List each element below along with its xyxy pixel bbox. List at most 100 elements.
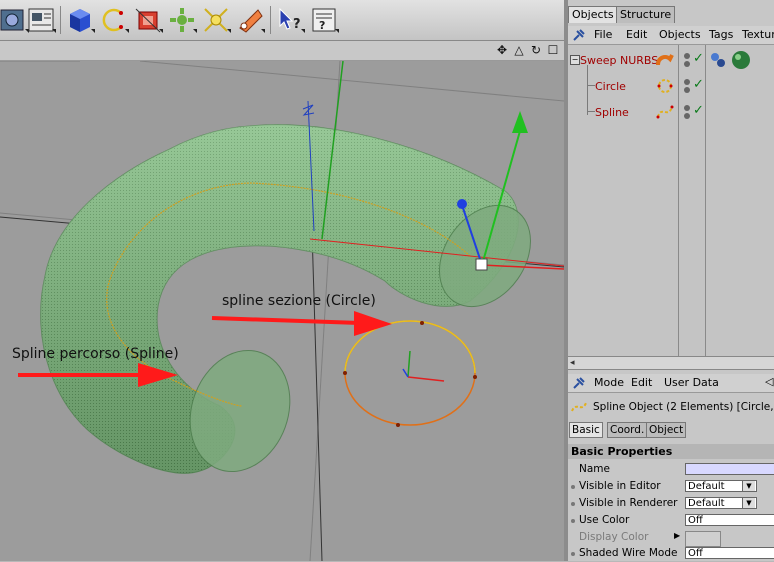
tab-coord[interactable]: Coord.	[607, 422, 648, 438]
property-display-color: Display Color ▶	[568, 530, 774, 547]
menu-file[interactable]: File	[594, 28, 612, 41]
objects-menubar: File Edit Objects Tags Textur	[568, 26, 774, 45]
zoom-view-icon[interactable]: △	[512, 43, 526, 57]
chevron-down-icon: ▼	[742, 498, 755, 508]
enabled-check-icon[interactable]: ✓	[693, 77, 704, 92]
section-title: Basic Properties	[568, 444, 774, 459]
shaded-wire-mode-field[interactable]: Off	[685, 547, 774, 559]
menu-objects[interactable]: Objects	[659, 28, 701, 41]
deformer-box-icon[interactable]	[134, 6, 163, 34]
property-name: Name	[568, 462, 774, 478]
object-manager-scrollbar[interactable]: ◂	[568, 356, 774, 370]
tab-structure[interactable]: Structure	[616, 6, 676, 23]
spline-annotation-label: Spline percorso (Spline)	[12, 346, 179, 362]
visible-in-editor-select[interactable]: Default ▼	[685, 480, 757, 492]
particles-icon[interactable]	[168, 6, 197, 34]
expand-arrow-icon[interactable]: ▶	[674, 531, 680, 540]
name-field[interactable]	[685, 463, 774, 475]
menu-edit[interactable]: Edit	[631, 376, 652, 389]
toolbar-separator	[60, 6, 61, 34]
objects-tab-row: Objects Structure	[568, 6, 774, 24]
object-pivot	[475, 258, 488, 271]
property-label: Visible in Renderer	[579, 497, 678, 509]
toolbar-separator	[270, 6, 271, 34]
material-tag-icon[interactable]	[731, 50, 751, 73]
y-axis-arrow	[512, 111, 528, 133]
property-label: Display Color	[579, 531, 649, 543]
render-visibility-dot[interactable]	[684, 87, 690, 93]
maximize-view-icon[interactable]: ☐	[546, 43, 560, 57]
object-name: Spline	[595, 106, 629, 119]
enabled-check-icon[interactable]: ✓	[693, 51, 704, 66]
object-row-spline[interactable]: Spline ✓	[568, 99, 774, 125]
svg-text:?: ?	[319, 19, 325, 32]
menu-user-data[interactable]: User Data	[664, 376, 719, 389]
enabled-check-icon[interactable]: ✓	[693, 103, 704, 118]
back-arrow-icon[interactable]: ◁	[765, 375, 773, 388]
keyframe-bullet[interactable]	[571, 485, 575, 489]
property-label: Use Color	[579, 514, 630, 526]
camera-icon[interactable]	[236, 6, 265, 34]
editor-visibility-dot[interactable]	[684, 53, 690, 59]
viewport-header: ✥ △ ↻ ☐	[0, 41, 564, 61]
attribute-manager: Mode Edit User Data ◁ Spline Object (2 E…	[568, 374, 774, 561]
tab-objects[interactable]: Objects	[568, 6, 618, 23]
phong-tag-icon[interactable]	[709, 51, 727, 72]
spline-object-icon	[570, 399, 588, 418]
object-manager: − Sweep NURBS ✓ Circle ✓ Spline ✓	[568, 44, 774, 357]
3d-viewport[interactable]: spline sezione (Circle) Spline percorso …	[0, 61, 564, 561]
property-visible-in-renderer: Visible in Renderer Default ▼	[568, 496, 774, 512]
render-settings-icon[interactable]	[0, 6, 29, 34]
display-color-swatch[interactable]	[685, 531, 721, 547]
property-label: Visible in Editor	[579, 480, 661, 492]
help-pointer-icon[interactable]: ?	[276, 6, 305, 34]
world-z-axis	[311, 230, 323, 561]
menu-textures[interactable]: Textur	[742, 28, 774, 41]
select-value: Default	[688, 481, 725, 492]
script-icon[interactable]: ?	[310, 6, 339, 34]
render-to-picture-viewer-icon[interactable]	[27, 6, 56, 34]
collapse-toggle[interactable]: −	[570, 55, 580, 65]
menu-edit[interactable]: Edit	[626, 28, 647, 41]
use-color-field[interactable]: Off	[685, 514, 774, 526]
pin-icon[interactable]	[572, 28, 586, 42]
keyframe-bullet[interactable]	[571, 519, 575, 523]
editor-visibility-dot[interactable]	[684, 79, 690, 85]
annotation-arrow-circle	[211, 311, 392, 336]
svg-text:?: ?	[293, 17, 301, 32]
tab-basic[interactable]: Basic	[569, 422, 603, 438]
scene-light-icon[interactable]	[202, 6, 231, 34]
chevron-down-icon: ▼	[742, 481, 755, 491]
menu-mode[interactable]: Mode	[594, 376, 624, 389]
object-row-sweep-nurbs[interactable]: − Sweep NURBS ✓	[568, 47, 774, 73]
visible-in-renderer-select[interactable]: Default ▼	[685, 497, 757, 509]
circle-annotation-label: spline sezione (Circle)	[222, 293, 376, 309]
viewport-scene	[0, 61, 564, 561]
object-name: Circle	[595, 80, 626, 93]
property-label: Shaded Wire Mode	[579, 547, 678, 559]
property-visible-in-editor: Visible in Editor Default ▼	[568, 479, 774, 495]
pin-icon[interactable]	[572, 376, 586, 390]
scroll-left-icon[interactable]: ◂	[570, 357, 575, 369]
spline-circle-icon[interactable]	[100, 6, 129, 34]
move-view-icon[interactable]: ✥	[495, 43, 509, 57]
right-panel: Objects Structure File Edit Objects Tags…	[568, 0, 774, 561]
property-use-color: Use Color Off	[568, 513, 774, 529]
tab-object[interactable]: Object	[646, 422, 687, 438]
rotate-view-icon[interactable]: ↻	[529, 43, 543, 57]
keyframe-bullet[interactable]	[571, 502, 575, 506]
property-shaded-wire-mode: Shaded Wire Mode Off	[568, 546, 774, 562]
attribute-object-title-row: Spline Object (2 Elements) [Circle, S	[568, 398, 774, 416]
object-row-circle[interactable]: Circle ✓	[568, 73, 774, 99]
menu-tags[interactable]: Tags	[709, 28, 733, 41]
render-visibility-dot[interactable]	[684, 113, 690, 119]
property-label: Name	[579, 463, 610, 475]
spline-circle-icon	[656, 77, 674, 98]
keyframe-bullet[interactable]	[571, 552, 575, 556]
attributes-menubar: Mode Edit User Data ◁	[568, 374, 774, 393]
editor-visibility-dot[interactable]	[684, 105, 690, 111]
select-value: Default	[688, 498, 725, 509]
cube-primitive-icon[interactable]	[66, 6, 95, 34]
render-visibility-dot[interactable]	[684, 61, 690, 67]
object-name: Sweep NURBS	[580, 54, 659, 67]
